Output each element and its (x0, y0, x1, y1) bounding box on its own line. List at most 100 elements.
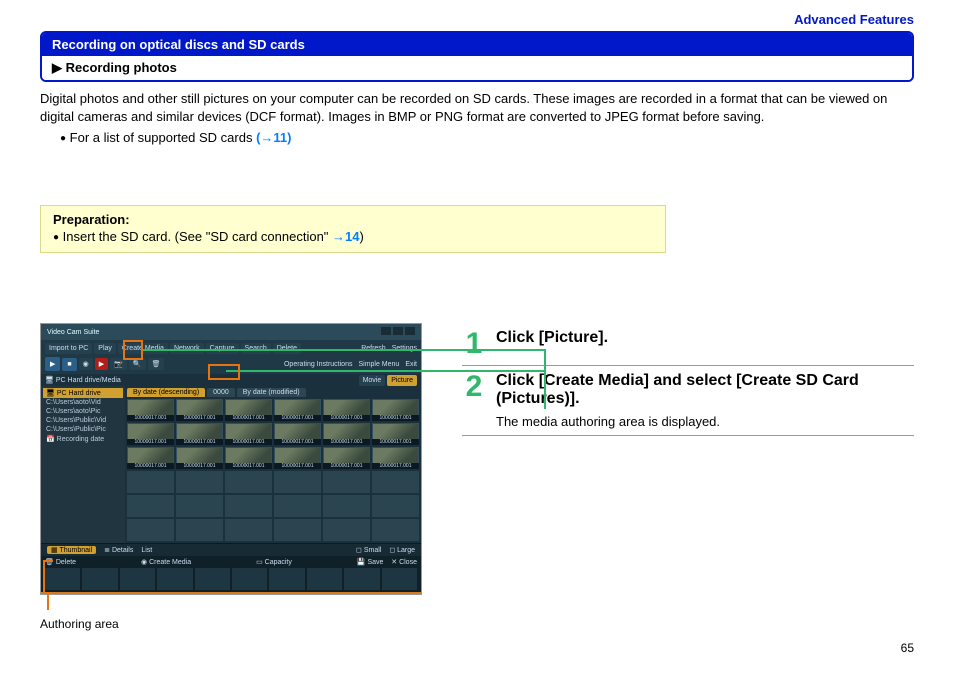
step-1: 1 Click [Picture]. (462, 323, 914, 366)
tray-slot[interactable] (120, 568, 155, 590)
tray-capacity[interactable]: ▭ Capacity (256, 558, 292, 566)
record-icon[interactable]: ■ (62, 358, 76, 371)
step-number: 2 (462, 372, 486, 429)
tb-import[interactable]: Import to PC (45, 343, 92, 354)
thumbnail[interactable]: 10000017.001 (372, 447, 419, 469)
thumbnail[interactable] (127, 519, 174, 541)
sidebar-item[interactable]: 📅 Recording date (43, 434, 123, 444)
app-screenshot: Video Cam Suite Import to PC Play Create… (40, 323, 422, 595)
section-label: Advanced Features (40, 12, 914, 27)
tray-slot[interactable] (307, 568, 342, 590)
tab-movie[interactable]: Movie (359, 375, 386, 386)
intro-bullet-link[interactable]: (→11) (256, 130, 291, 145)
thumbnail[interactable]: 10000017.001 (274, 423, 321, 445)
thumbnail[interactable]: 10000017.001 (323, 399, 370, 421)
callout-line-1 (226, 370, 546, 372)
thumbnail[interactable]: 10000017.001 (176, 447, 223, 469)
tray-create-media[interactable]: ◉ Create Media (141, 558, 191, 566)
thumbnail[interactable] (176, 495, 223, 517)
thumbnail[interactable]: 10000017.001 (127, 447, 174, 469)
thumbnail[interactable] (323, 495, 370, 517)
thumbnail[interactable] (225, 519, 272, 541)
thumbnail[interactable]: 10000017.001 (127, 423, 174, 445)
preparation-box: Preparation: ● Insert the SD card. (See … (40, 205, 666, 253)
tb-play[interactable]: Play (94, 343, 116, 354)
authoring-area-label: Authoring area (40, 617, 422, 631)
bb-details[interactable]: ≣ Details (104, 546, 133, 554)
thumbnail[interactable] (127, 495, 174, 517)
thumbnail[interactable] (225, 471, 272, 493)
tray-slot[interactable] (82, 568, 117, 590)
tb-exit[interactable]: Exit (405, 361, 417, 368)
thumbnail[interactable] (176, 519, 223, 541)
bb-thumbnail[interactable]: ▦ Thumbnail (47, 546, 96, 554)
thumbnail[interactable] (323, 519, 370, 541)
thumbnail[interactable] (225, 495, 272, 517)
step-2: 2 Click [Create Media] and select [Creat… (462, 366, 914, 436)
callout-line-2 (141, 349, 546, 351)
thumbnail[interactable]: 10000017.001 (274, 447, 321, 469)
youtube-icon[interactable]: ▶ (95, 358, 108, 370)
thumbnail[interactable] (127, 471, 174, 493)
tray-slot[interactable] (195, 568, 230, 590)
sidebar-item[interactable]: C:\Users\aoto\Vid (43, 398, 123, 407)
view-tab[interactable]: 0000 (207, 388, 235, 397)
thumbnail[interactable] (274, 519, 321, 541)
thumbnail[interactable]: 10000017.001 (274, 399, 321, 421)
highlight-picture-tab (208, 364, 240, 380)
play-icon[interactable]: ▶ (45, 357, 60, 371)
sidebar-item[interactable]: C:\Users\Public\Pic (43, 425, 123, 434)
window-controls[interactable] (379, 327, 415, 337)
tray-slot[interactable] (382, 568, 417, 590)
thumbnail[interactable]: 10000017.001 (176, 423, 223, 445)
sidebar-head[interactable]: 🖥 PC Hard drive (43, 388, 123, 398)
bb-large[interactable]: ◻ Large (389, 546, 415, 554)
thumbnail[interactable] (372, 471, 419, 493)
thumbnail[interactable] (274, 471, 321, 493)
view-tab[interactable]: By date (descending) (127, 388, 205, 397)
tray-bracket (43, 560, 53, 594)
view-tab[interactable]: By date (modified) (237, 388, 306, 397)
thumbnail[interactable] (323, 471, 370, 493)
preparation-text: Insert the SD card. (See "SD card connec… (63, 229, 332, 244)
preparation-text-after: ) (360, 229, 364, 244)
thumbnail[interactable]: 10000017.001 (372, 423, 419, 445)
thumbnail[interactable]: 10000017.001 (127, 399, 174, 421)
thumbnail[interactable]: 10000017.001 (225, 447, 272, 469)
bullet-icon: ● (53, 232, 59, 243)
bb-list[interactable]: List (141, 547, 152, 554)
trash-icon[interactable]: 🗑 (148, 358, 165, 370)
preparation-link[interactable]: →14 (332, 229, 359, 244)
tb-instructions[interactable]: Operating Instructions (284, 361, 352, 368)
subbar-left: 🖥 PC Hard drive/Media (45, 376, 121, 384)
thumbnail[interactable] (274, 495, 321, 517)
thumbnail[interactable]: 10000017.001 (323, 423, 370, 445)
thumbnail[interactable]: 10000017.001 (225, 399, 272, 421)
step-title: Click [Create Media] and select [Create … (496, 372, 914, 408)
bb-small[interactable]: ◻ Small (356, 546, 381, 554)
thumbnail[interactable]: 10000017.001 (225, 423, 272, 445)
sidebar-item[interactable]: C:\Users\Public\Vid (43, 416, 123, 425)
step-title: Click [Picture]. (496, 329, 914, 347)
thumbnail[interactable] (372, 519, 419, 541)
tray-slot[interactable] (344, 568, 379, 590)
thumbnail[interactable]: 10000017.001 (176, 399, 223, 421)
preparation-title: Preparation: (53, 212, 653, 227)
disc-icon[interactable]: ◉ (79, 358, 93, 370)
tray-slot[interactable] (269, 568, 304, 590)
callout-vline (544, 349, 546, 409)
thumbnail[interactable] (372, 495, 419, 517)
tb-simple-menu[interactable]: Simple Menu (358, 361, 399, 368)
tray-save[interactable]: 💾 Save (357, 559, 384, 566)
tray-close[interactable]: ✕ Close (391, 559, 417, 566)
steps-list: 1 Click [Picture]. 2 Click [Create Media… (462, 323, 914, 436)
tray-slot[interactable] (232, 568, 267, 590)
section-title: Recording on optical discs and SD cards (42, 33, 912, 56)
tray-slot[interactable] (157, 568, 192, 590)
tray-bar: 🗑 Delete ◉ Create Media ▭ Capacity 💾 Sav… (41, 556, 421, 594)
thumbnail[interactable]: 10000017.001 (372, 399, 419, 421)
sidebar-item[interactable]: C:\Users\aoto\Pic (43, 407, 123, 416)
tab-picture[interactable]: Picture (387, 375, 417, 386)
thumbnail[interactable] (176, 471, 223, 493)
thumbnail[interactable]: 10000017.001 (323, 447, 370, 469)
